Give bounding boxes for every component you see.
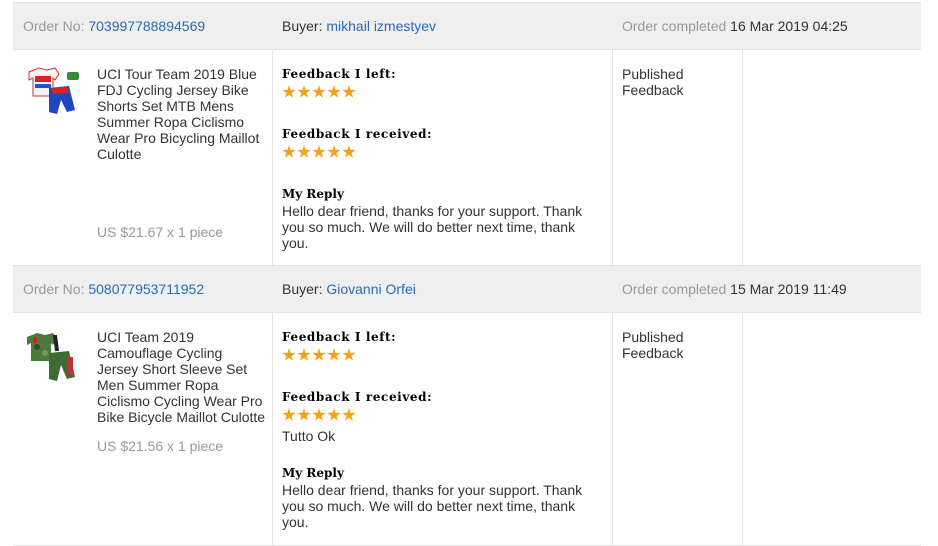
feedback-left-stars: [282, 348, 602, 364]
buyer: Buyer: Giovanni Orfei: [282, 266, 416, 312]
actions-cell: [742, 313, 921, 545]
feedback-cell: Feedback I left: Feedback I received:: [272, 50, 613, 266]
order-card: Order No: 703997788894569 Buyer: mikhail…: [13, 2, 921, 267]
feedback-received-stars: [282, 145, 602, 161]
feedback-cell: Feedback I left: Feedback I received:: [272, 313, 613, 545]
order-completed-label: Order completed: [622, 18, 727, 34]
feedback-left-stars: [282, 85, 602, 101]
feedback-status: Published Feedback: [622, 66, 684, 98]
feedback-status: Published Feedback: [622, 329, 684, 361]
jersey-image: [27, 333, 75, 381]
buyer-link[interactable]: Giovanni Orfei: [326, 281, 415, 297]
my-reply-text: Hello dear friend, thanks for your suppo…: [282, 203, 583, 251]
star-icon: [342, 145, 356, 158]
feedback-received: Feedback I received: Tutto Ok: [282, 390, 602, 444]
order-body: UCI Tour Team 2019 Blue FDJ Cycling Jers…: [13, 50, 921, 267]
star-icon: [327, 85, 341, 98]
order-number: Order No: 508077953711952: [23, 266, 204, 312]
order-card: Order No: 508077953711952 Buyer: Giovann…: [13, 265, 921, 546]
product-thumbnail[interactable]: [23, 66, 85, 126]
star-icon: [312, 145, 326, 158]
star-icon: [342, 408, 356, 421]
star-icon: [282, 408, 296, 421]
jersey-image: [28, 67, 79, 114]
order-no-label: Order No:: [23, 18, 85, 34]
star-icon: [327, 348, 341, 361]
order-completed-label: Order completed: [622, 281, 727, 297]
order-body: UCI Team 2019 Camouflage Cycling Jersey …: [13, 313, 921, 546]
feedback-received-label: Feedback I received:: [282, 127, 433, 141]
star-icon: [297, 85, 311, 98]
order-completed-date: 15 Mar 2019 11:49: [730, 281, 847, 297]
star-icon: [282, 348, 296, 361]
status-cell: Published Feedback: [612, 50, 743, 266]
feedback-received-stars: [282, 408, 602, 424]
star-icon: [282, 85, 296, 98]
buyer-link[interactable]: mikhail izmestyev: [326, 18, 436, 34]
my-reply-label: My Reply: [282, 187, 344, 201]
star-icon: [327, 408, 341, 421]
order-no-label: Order No:: [23, 281, 85, 297]
my-reply: My Reply Hello dear friend, thanks for y…: [282, 187, 602, 251]
buyer-label: Buyer:: [282, 281, 323, 297]
feedback-left: Feedback I left:: [282, 67, 602, 101]
buyer: Buyer: mikhail izmestyev: [282, 3, 436, 49]
status-cell: Published Feedback: [612, 313, 743, 545]
actions-cell: [742, 50, 921, 266]
product-title[interactable]: UCI Tour Team 2019 Blue FDJ Cycling Jers…: [97, 66, 267, 162]
buyer-label: Buyer:: [282, 18, 323, 34]
received-comment: Tutto Ok: [282, 428, 336, 444]
product-thumbnail[interactable]: [23, 329, 85, 389]
product-price: US $21.56 x 1 piece: [97, 438, 224, 454]
my-reply-text: Hello dear friend, thanks for your suppo…: [282, 482, 583, 530]
star-icon: [312, 85, 326, 98]
star-icon: [342, 348, 356, 361]
star-icon: [342, 85, 356, 98]
order-completed-date: 16 Mar 2019 04:25: [730, 18, 848, 34]
product-title[interactable]: UCI Team 2019 Camouflage Cycling Jersey …: [97, 329, 267, 425]
feedback-left-label: Feedback I left:: [282, 330, 397, 344]
star-icon: [297, 408, 311, 421]
feedback-received: Feedback I received:: [282, 127, 602, 161]
order-header: Order No: 508077953711952 Buyer: Giovann…: [13, 265, 921, 313]
order-number: Order No: 703997788894569: [23, 3, 205, 49]
product-cell: UCI Team 2019 Camouflage Cycling Jersey …: [13, 313, 273, 545]
order-no-link[interactable]: 703997788894569: [88, 18, 205, 34]
my-reply-label: My Reply: [282, 466, 344, 480]
feedback-received-label: Feedback I received:: [282, 390, 433, 404]
star-icon: [297, 348, 311, 361]
product-price: US $21.67 x 1 piece: [97, 224, 224, 240]
star-icon: [297, 145, 311, 158]
order-no-link[interactable]: 508077953711952: [88, 281, 204, 297]
feedback-left-label: Feedback I left:: [282, 67, 397, 81]
order-header: Order No: 703997788894569 Buyer: mikhail…: [13, 2, 921, 50]
order-completed: Order completed 15 Mar 2019 11:49: [622, 266, 847, 312]
star-icon: [282, 145, 296, 158]
star-icon: [327, 145, 341, 158]
my-reply: My Reply Hello dear friend, thanks for y…: [282, 466, 602, 530]
order-completed: Order completed 16 Mar 2019 04:25: [622, 3, 848, 49]
product-cell: UCI Tour Team 2019 Blue FDJ Cycling Jers…: [13, 50, 273, 266]
star-icon: [312, 408, 326, 421]
feedback-left: Feedback I left:: [282, 330, 602, 364]
star-icon: [312, 348, 326, 361]
